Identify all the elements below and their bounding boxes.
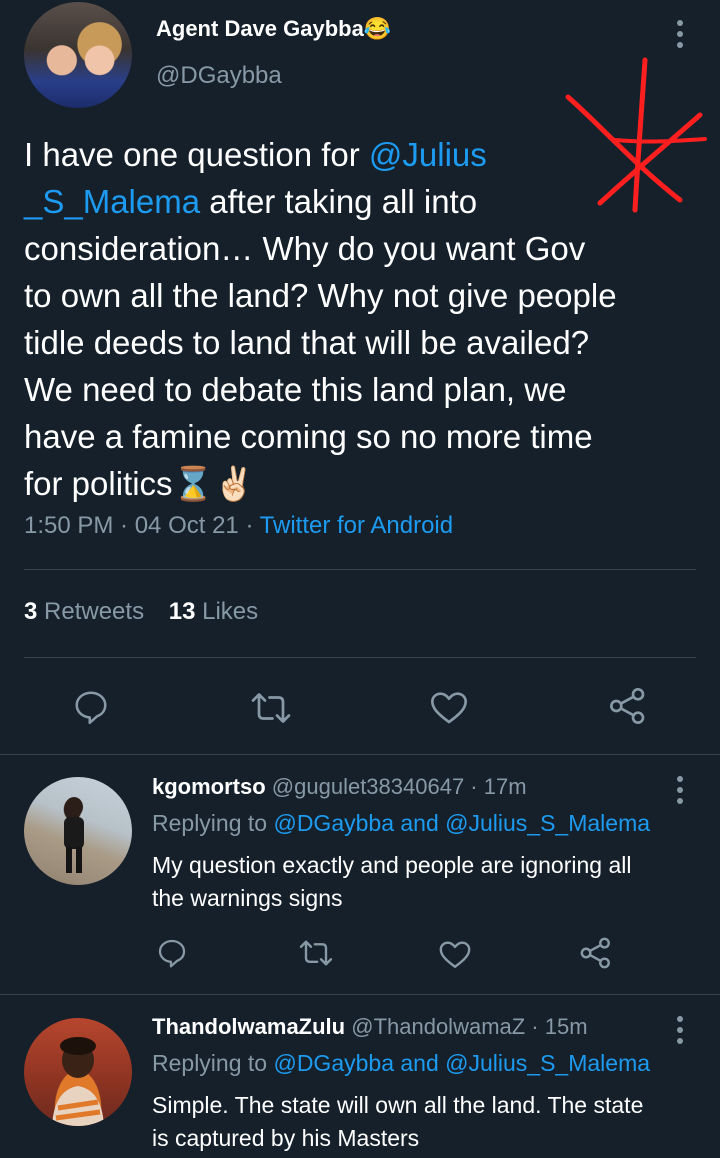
tweet-text-line: tidle deeds to land that will be availed… bbox=[24, 324, 590, 361]
retweets-count: 3 bbox=[24, 598, 38, 625]
reply-header: ThandolwamaZulu @ThandolwamaZ · 15m bbox=[152, 1014, 588, 1040]
tweet-timestamp: 1:50 PM · 04 Oct 21 · Twitter for Androi… bbox=[24, 512, 453, 540]
tweet-source[interactable]: Twitter for Android bbox=[260, 512, 453, 539]
divider bbox=[0, 994, 720, 995]
retweets-stat[interactable]: 3 Retweets bbox=[24, 598, 144, 625]
reply-icon[interactable] bbox=[156, 937, 188, 969]
more-icon[interactable] bbox=[677, 776, 685, 809]
tweet-text-line: to own all the land? Why not give people bbox=[24, 277, 617, 314]
reply-icon[interactable] bbox=[72, 688, 110, 726]
reply-avatar[interactable] bbox=[24, 1018, 132, 1126]
tweet-text-line: consideration… Why do you want Gov bbox=[24, 230, 586, 267]
replying-to: Replying to @DGaybba and @Julius_S_Malem… bbox=[152, 810, 650, 837]
replying-to-label: Replying to bbox=[152, 810, 274, 836]
reply-avatar-figure bbox=[52, 1037, 104, 1126]
reply-avatar-figure bbox=[64, 797, 84, 873]
retweet-icon[interactable] bbox=[298, 938, 334, 968]
divider bbox=[24, 657, 696, 658]
share-icon[interactable] bbox=[579, 936, 613, 970]
more-icon[interactable] bbox=[677, 20, 685, 53]
reply-avatar[interactable] bbox=[24, 777, 132, 885]
author-avatar[interactable] bbox=[24, 2, 132, 108]
more-icon[interactable] bbox=[677, 1016, 685, 1049]
reply-author-name[interactable]: ThandolwamaZulu bbox=[152, 1014, 345, 1039]
share-icon[interactable] bbox=[608, 686, 648, 726]
retweets-label: Retweets bbox=[37, 598, 145, 625]
replying-to-users[interactable]: @DGaybba and @Julius_S_Malema bbox=[273, 1050, 650, 1076]
reply-author-name[interactable]: kgomortso bbox=[152, 774, 266, 799]
author-name[interactable]: Agent Dave Gaybba😂 bbox=[156, 16, 391, 42]
divider bbox=[24, 569, 696, 570]
mention-link[interactable]: _S_Malema bbox=[24, 183, 200, 220]
reply-text-line: the warnings signs bbox=[152, 885, 343, 911]
tweet-stats: 3 Retweets 13 Likes bbox=[24, 598, 258, 626]
reply-meta[interactable]: @ThandolwamaZ · 15m bbox=[345, 1014, 587, 1039]
tweet-text-line: for politics⌛✌🏻 bbox=[24, 465, 255, 502]
reply-text: Simple. The state will own all the land.… bbox=[152, 1089, 712, 1155]
likes-count: 13 bbox=[168, 598, 196, 625]
tweet-text-part: I have one question for bbox=[24, 136, 369, 173]
reply-text-line: is captured by his Masters bbox=[152, 1125, 420, 1151]
author-handle[interactable]: @DGaybba bbox=[156, 62, 282, 90]
replying-to: Replying to @DGaybba and @Julius_S_Malem… bbox=[152, 1050, 650, 1077]
mention-link[interactable]: @Julius bbox=[369, 136, 487, 173]
tweet-time[interactable]: 1:50 PM · 04 Oct 21 · bbox=[24, 512, 260, 539]
tweet-text-part: after taking all into bbox=[200, 183, 478, 220]
like-icon[interactable] bbox=[429, 688, 469, 726]
tweet-text-line: We need to debate this land plan, we bbox=[24, 371, 567, 408]
likes-label: Likes bbox=[195, 598, 259, 625]
tweet-text-line: have a famine coming so no more time bbox=[24, 418, 593, 455]
replying-to-label: Replying to bbox=[152, 1050, 274, 1076]
reply-meta[interactable]: @gugulet38340647 · 17m bbox=[266, 774, 527, 799]
replying-to-users[interactable]: @DGaybba and @Julius_S_Malema bbox=[273, 810, 650, 836]
reply-text-line: My question exactly and people are ignor… bbox=[152, 852, 632, 878]
divider bbox=[0, 754, 720, 755]
retweet-icon[interactable] bbox=[249, 690, 293, 726]
reply-text: My question exactly and people are ignor… bbox=[152, 849, 702, 915]
likes-stat[interactable]: 13 Likes bbox=[169, 598, 258, 625]
reply-header: kgomortso @gugulet38340647 · 17m bbox=[152, 774, 527, 800]
like-icon[interactable] bbox=[438, 938, 472, 970]
tweet-text: I have one question for @Julius _S_Malem… bbox=[24, 131, 704, 507]
reply-text-line: Simple. The state will own all the land.… bbox=[152, 1092, 644, 1118]
